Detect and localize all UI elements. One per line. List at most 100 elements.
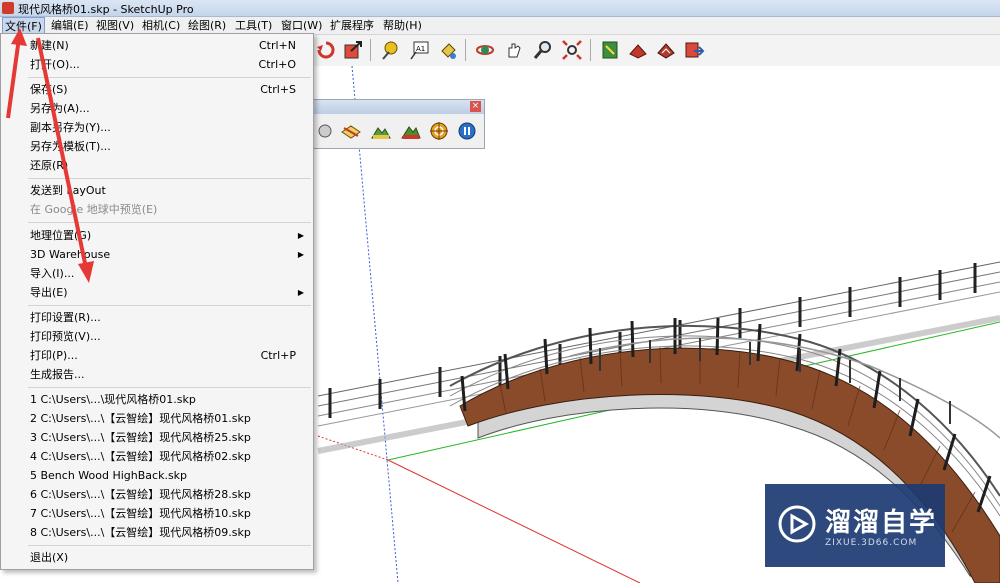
menu-item-open[interactable]: 打开(O)... Ctrl+O — [1, 55, 313, 74]
menu-item-label: 退出(X) — [30, 551, 69, 564]
watermark-subtext: ZIXUE.3D66.COM — [825, 538, 918, 548]
menu-item-label: 在 Google 地球中预览(E) — [30, 203, 158, 216]
menu-window[interactable]: 窗口(W) — [279, 17, 324, 34]
tape-measure-icon[interactable] — [379, 39, 401, 61]
sketchup-app-icon — [2, 2, 14, 14]
menu-item-3d-warehouse[interactable]: 3D Warehouse ▶ — [1, 245, 313, 264]
pan-icon[interactable] — [503, 39, 525, 61]
recent-file-label: 3 C:\Users\...\【云智绘】现代风格桥25.skp — [30, 431, 251, 444]
menu-item-new[interactable]: 新建(N) Ctrl+N — [1, 36, 313, 55]
window-title: 现代风格桥01.skp - SketchUp Pro — [18, 3, 194, 16]
toolbar-separator — [590, 39, 591, 61]
recent-file-label: 6 C:\Users\...\【云智绘】现代风格桥28.skp — [30, 488, 251, 501]
send-to-layout-icon[interactable] — [683, 39, 705, 61]
menu-item-label: 另存为模板(T)... — [30, 140, 111, 153]
toolbar-separator — [465, 39, 466, 61]
menu-item-label: 导入(I)... — [30, 267, 75, 280]
menu-separator — [28, 387, 311, 388]
menu-separator — [28, 222, 311, 223]
menu-item-generate-report[interactable]: 生成报告... — [1, 365, 313, 384]
terrain-icon[interactable] — [370, 120, 392, 142]
menu-item-revert[interactable]: 还原(R) — [1, 156, 313, 175]
pause-icon[interactable] — [456, 120, 478, 142]
menu-item-label: 3D Warehouse — [30, 248, 111, 261]
palette-close-button[interactable]: × — [470, 101, 481, 112]
floating-tool-palette: × — [313, 99, 485, 149]
recent-file-label: 5 Bench Wood HighBack.skp — [30, 469, 188, 482]
menu-item-export[interactable]: 导出(E) ▶ — [1, 283, 313, 302]
menu-item-shortcut: Ctrl+S — [260, 83, 296, 96]
menu-item-label: 另存为(A)... — [30, 102, 90, 115]
recent-file-8[interactable]: 8 C:\Users\...\【云智绘】现代风格桥09.skp — [1, 523, 313, 542]
text-icon[interactable]: A1 — [408, 39, 430, 61]
drape-icon[interactable] — [400, 120, 422, 142]
recent-file-label: 7 C:\Users\...\【云智绘】现代风格桥10.skp — [30, 507, 251, 520]
recent-file-6[interactable]: 6 C:\Users\...\【云智绘】现代风格桥28.skp — [1, 485, 313, 504]
menu-item-geo-location[interactable]: 地理位置(G) ▶ — [1, 226, 313, 245]
palette-title-bar[interactable] — [314, 100, 484, 114]
rotate-icon[interactable] — [315, 39, 337, 61]
zoom-icon[interactable] — [532, 39, 554, 61]
menu-item-import[interactable]: 导入(I)... — [1, 264, 313, 283]
menu-item-label: 生成报告... — [30, 368, 85, 381]
menu-item-print[interactable]: 打印(P)... Ctrl+P — [1, 346, 313, 365]
menu-separator — [28, 178, 311, 179]
menu-separator — [28, 77, 311, 78]
menu-item-label: 地理位置(G) — [30, 229, 92, 242]
watermark-logo: 溜溜自学 ZIXUE.3D66.COM — [765, 484, 945, 567]
menu-item-label: 打印设置(R)... — [30, 311, 101, 324]
target-icon[interactable] — [428, 120, 450, 142]
menu-item-label: 导出(E) — [30, 286, 68, 299]
recent-file-3[interactable]: 3 C:\Users\...\【云智绘】现代风格桥25.skp — [1, 428, 313, 447]
menu-draw[interactable]: 绘图(R) — [186, 17, 228, 34]
menu-item-label: 打印预览(V)... — [30, 330, 101, 343]
recent-file-2[interactable]: 2 C:\Users\...\【云智绘】现代风格桥01.skp — [1, 409, 313, 428]
menu-camera[interactable]: 相机(C) — [140, 17, 182, 34]
menu-file[interactable]: 文件(F) — [2, 17, 45, 34]
menu-item-print-setup[interactable]: 打印设置(R)... — [1, 308, 313, 327]
recent-file-4[interactable]: 4 C:\Users\...\【云智绘】现代风格桥02.skp — [1, 447, 313, 466]
recent-file-label: 2 C:\Users\...\【云智绘】现代风格桥01.skp — [30, 412, 251, 425]
recent-file-5[interactable]: 5 Bench Wood HighBack.skp — [1, 466, 313, 485]
svg-text:A1: A1 — [416, 45, 425, 53]
menu-view[interactable]: 视图(V) — [94, 17, 136, 34]
menu-item-save-as[interactable]: 另存为(A)... — [1, 99, 313, 118]
sphere-icon[interactable] — [314, 120, 336, 142]
share-model-icon[interactable] — [627, 39, 649, 61]
warehouse-icon[interactable] — [599, 39, 621, 61]
sandbox-icon[interactable] — [340, 120, 362, 142]
recent-file-label: 4 C:\Users\...\【云智绘】现代风格桥02.skp — [30, 450, 251, 463]
menu-edit[interactable]: 编辑(E) — [49, 17, 91, 34]
recent-file-1[interactable]: 1 C:\Users\...\现代风格桥01.skp — [1, 390, 313, 409]
recent-file-label: 1 C:\Users\...\现代风格桥01.skp — [30, 393, 196, 406]
menu-item-shortcut: Ctrl+O — [258, 58, 296, 71]
menu-separator — [28, 545, 311, 546]
menu-item-send-to-layout[interactable]: 发送到 LayOut — [1, 181, 313, 200]
menu-item-label: 发送到 LayOut — [30, 184, 106, 197]
menu-item-preview-google-earth: 在 Google 地球中预览(E) — [1, 200, 313, 219]
menu-item-shortcut: Ctrl+P — [260, 349, 296, 362]
menu-item-exit[interactable]: 退出(X) — [1, 548, 313, 567]
menu-item-print-preview[interactable]: 打印预览(V)... — [1, 327, 313, 346]
menu-item-label: 新建(N) — [30, 39, 69, 52]
menu-help[interactable]: 帮助(H) — [381, 17, 424, 34]
submenu-arrow-icon: ▶ — [297, 250, 304, 259]
menu-item-label: 保存(S) — [30, 83, 68, 96]
components-icon[interactable] — [655, 39, 677, 61]
file-menu-dropdown: 新建(N) Ctrl+N 打开(O)... Ctrl+O 保存(S) Ctrl+… — [0, 33, 314, 570]
scale-icon[interactable] — [342, 39, 364, 61]
menu-item-label: 打印(P)... — [30, 349, 78, 362]
menu-separator — [28, 305, 311, 306]
menu-item-save[interactable]: 保存(S) Ctrl+S — [1, 80, 313, 99]
menu-tools[interactable]: 工具(T) — [233, 17, 274, 34]
zoom-extents-icon[interactable] — [561, 39, 583, 61]
play-logo-icon — [778, 505, 816, 543]
recent-file-7[interactable]: 7 C:\Users\...\【云智绘】现代风格桥10.skp — [1, 504, 313, 523]
menu-item-save-copy-as[interactable]: 副本另存为(Y)... — [1, 118, 313, 137]
recent-file-label: 8 C:\Users\...\【云智绘】现代风格桥09.skp — [30, 526, 251, 539]
menu-item-save-as-template[interactable]: 另存为模板(T)... — [1, 137, 313, 156]
paint-bucket-icon[interactable] — [437, 39, 459, 61]
title-bar: 现代风格桥01.skp - SketchUp Pro — [0, 0, 1000, 17]
menu-extensions[interactable]: 扩展程序 — [328, 17, 376, 34]
orbit-icon[interactable] — [474, 39, 496, 61]
